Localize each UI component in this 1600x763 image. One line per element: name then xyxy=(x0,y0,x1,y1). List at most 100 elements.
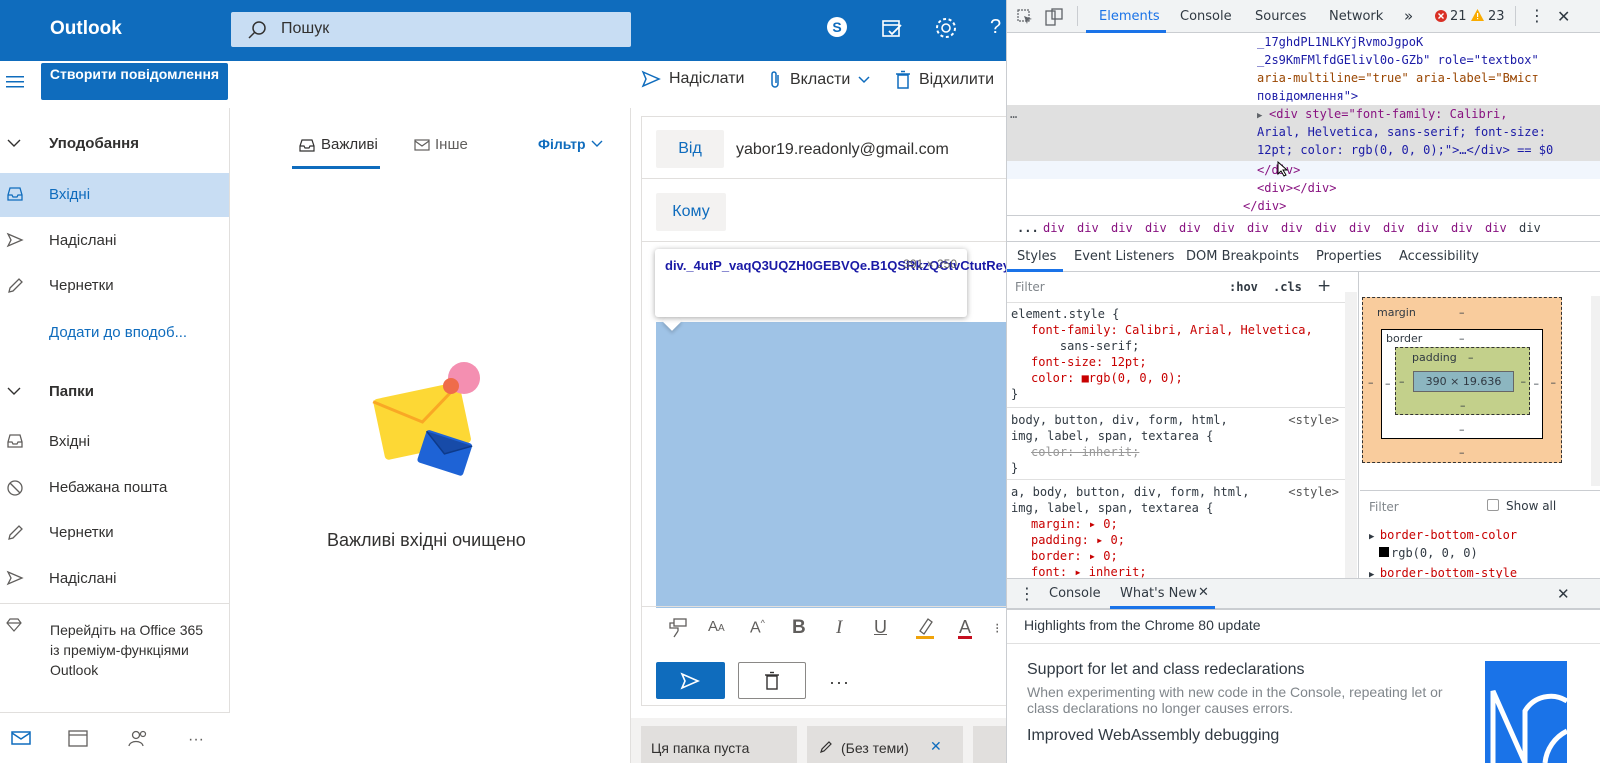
box-model-content[interactable]: 390 × 19.636 xyxy=(1413,371,1514,392)
highlight-icon[interactable] xyxy=(914,616,936,640)
box-model-value[interactable]: – xyxy=(1459,306,1465,319)
box-model-value[interactable]: – xyxy=(1468,351,1474,364)
breadcrumb-item-current[interactable]: div xyxy=(1519,221,1541,235)
breadcrumb-item[interactable]: div xyxy=(1383,221,1405,235)
underline-icon[interactable]: U xyxy=(874,617,887,638)
format-painter-icon[interactable] xyxy=(668,617,688,639)
error-count[interactable]: 21 xyxy=(1450,9,1467,24)
close-icon[interactable]: ✕ xyxy=(930,738,942,755)
breadcrumb-item[interactable]: div xyxy=(1077,221,1099,235)
dom-line[interactable]: _2s9KmFMlfdGElivl0o-GZb" role="textbox" xyxy=(1257,51,1539,69)
tab-network[interactable]: Network xyxy=(1329,9,1383,24)
filter-dropdown[interactable]: Фільтр xyxy=(538,136,603,152)
premium-promo[interactable]: Перейдіть на Office 365 із преміум-функц… xyxy=(0,603,229,710)
send-command[interactable]: Надіслати xyxy=(641,70,745,88)
show-all-checkbox[interactable] xyxy=(1487,499,1499,511)
skype-icon[interactable]: S xyxy=(826,16,848,38)
more-apps-icon[interactable]: ··· xyxy=(188,731,204,749)
rule-selector[interactable]: img, label, span, textarea { xyxy=(1011,500,1345,516)
rule-selector[interactable]: img, label, span, textarea { xyxy=(1011,428,1345,444)
dom-line[interactable]: <div style="font-family: Calibri, xyxy=(1269,105,1507,123)
breadcrumb-item[interactable]: div xyxy=(1349,221,1371,235)
inspect-element-icon[interactable] xyxy=(1017,9,1033,25)
drawer-tab-whats-new[interactable]: What's New xyxy=(1120,586,1197,601)
discard-command[interactable]: Відхилити xyxy=(895,70,994,90)
box-model-value[interactable]: – xyxy=(1459,332,1465,345)
dom-line[interactable]: Arial, Helvetica, sans-serif; font-size: xyxy=(1257,123,1546,141)
grow-font-icon[interactable]: A^ xyxy=(750,618,765,637)
more-tabs-icon[interactable]: » xyxy=(1404,7,1413,25)
rule-declaration[interactable]: font-size: 12pt; xyxy=(1011,354,1345,370)
calendar-icon[interactable] xyxy=(68,729,88,747)
breadcrumb-item[interactable]: div xyxy=(1179,221,1201,235)
news-title[interactable]: Support for let and class redeclarations xyxy=(1027,661,1304,679)
new-message-button[interactable]: Створити повідомлення xyxy=(41,63,228,100)
styles-scrollbar[interactable] xyxy=(1345,292,1357,578)
box-model-value[interactable]: – xyxy=(1551,376,1557,389)
kebab-menu-icon[interactable]: ⋮ xyxy=(1529,6,1545,25)
breadcrumb-item[interactable]: div xyxy=(1451,221,1473,235)
rule-declaration[interactable]: color: inherit; xyxy=(1011,444,1345,460)
app-brand[interactable]: Outlook xyxy=(50,18,122,40)
tab-dom-breakpoints[interactable]: DOM Breakpoints xyxy=(1186,249,1299,264)
rule-declaration[interactable]: font-family: Calibri, Arial, Helvetica, xyxy=(1011,322,1345,338)
sidebar-item-favorites-sent[interactable]: Надіслані xyxy=(0,219,229,263)
send-button[interactable] xyxy=(656,662,725,699)
sidebar-item-inbox[interactable]: Вхідні xyxy=(0,420,229,464)
attach-command[interactable]: Вкласти xyxy=(768,70,870,90)
breadcrumb-item[interactable]: div xyxy=(1315,221,1337,235)
computed-value[interactable]: rgb(0, 0, 0) xyxy=(1369,545,1517,561)
sidebar-item-junk[interactable]: Небажана пошта xyxy=(0,466,229,510)
box-model-value[interactable]: – xyxy=(1460,399,1466,412)
sidebar-item-drafts[interactable]: Чернетки xyxy=(0,511,229,555)
device-toolbar-icon[interactable] xyxy=(1045,8,1063,26)
rule-source[interactable]: <style> xyxy=(1288,412,1339,428)
dom-line[interactable]: 12pt; color: rgb(0, 0, 0);">…</div> == $… xyxy=(1257,141,1553,159)
hov-button[interactable]: :hov xyxy=(1229,280,1258,294)
tab-draft-no-subject[interactable]: (Без теми) ✕ xyxy=(807,726,963,763)
rule-declaration[interactable]: border: ▸ 0; xyxy=(1011,548,1345,564)
breadcrumb-item[interactable]: div xyxy=(1417,221,1439,235)
more-options-button[interactable]: ··· xyxy=(829,672,850,693)
computed-prop[interactable]: ▶ border-bottom-color xyxy=(1369,527,1517,545)
box-model-value[interactable]: – xyxy=(1399,375,1405,388)
rule-declaration[interactable]: padding: ▸ 0; xyxy=(1011,532,1345,548)
search-box[interactable]: Пошук xyxy=(231,12,631,47)
breadcrumb-item[interactable]: div xyxy=(1043,221,1065,235)
favorites-header[interactable]: Уподобання xyxy=(0,122,229,166)
font-color-icon[interactable]: A xyxy=(956,616,974,640)
help-icon[interactable]: ? xyxy=(990,16,1001,39)
breadcrumb-item[interactable]: div xyxy=(1145,221,1167,235)
tab-partial[interactable] xyxy=(973,726,1006,763)
tab-accessibility[interactable]: Accessibility xyxy=(1399,249,1479,264)
box-model-value[interactable]: – xyxy=(1534,377,1540,390)
breadcrumb-item[interactable]: div xyxy=(1281,221,1303,235)
add-rule-icon[interactable]: + xyxy=(1317,276,1331,296)
box-model-value[interactable]: – xyxy=(1368,376,1374,389)
rule-declaration[interactable]: margin: ▸ 0; xyxy=(1011,516,1345,532)
breadcrumb-item[interactable]: div xyxy=(1213,221,1235,235)
drawer-tab-console[interactable]: Console xyxy=(1049,586,1101,601)
warning-count[interactable]: 23 xyxy=(1488,9,1505,24)
tab-other[interactable]: Інше xyxy=(414,136,468,153)
sidebar-item-favorites-inbox[interactable]: Вхідні xyxy=(0,173,229,217)
add-favorite-link[interactable]: Додати до вподоб... xyxy=(49,324,187,341)
cls-button[interactable]: .cls xyxy=(1273,280,1302,294)
dom-line[interactable]: <div></div> xyxy=(1257,179,1336,197)
close-icon[interactable]: ✕ xyxy=(1557,7,1570,26)
computed-filter-input[interactable]: Filter xyxy=(1369,500,1399,514)
close-drawer-icon[interactable]: ✕ xyxy=(1557,585,1570,603)
tab-elements[interactable]: Elements xyxy=(1099,9,1160,24)
rule-selector[interactable]: element.style { xyxy=(1011,306,1345,322)
breadcrumb-ellipsis[interactable]: ... xyxy=(1017,221,1039,235)
sidebar-item-favorites-drafts[interactable]: Чернетки xyxy=(0,264,229,308)
dom-line[interactable]: _17ghdPL1NLKYjRvmoJgpoK xyxy=(1257,33,1423,51)
from-button[interactable]: Від xyxy=(656,130,724,168)
tab-properties[interactable]: Properties xyxy=(1316,249,1382,264)
box-model-value[interactable]: – xyxy=(1385,377,1391,390)
dom-line[interactable]: </div> xyxy=(1243,197,1286,215)
tab-event-listeners[interactable]: Event Listeners xyxy=(1074,249,1174,264)
people-icon[interactable] xyxy=(128,729,150,747)
styles-filter-input[interactable]: Filter xyxy=(1015,280,1045,294)
rule-declaration[interactable]: sans-serif; xyxy=(1011,338,1345,354)
